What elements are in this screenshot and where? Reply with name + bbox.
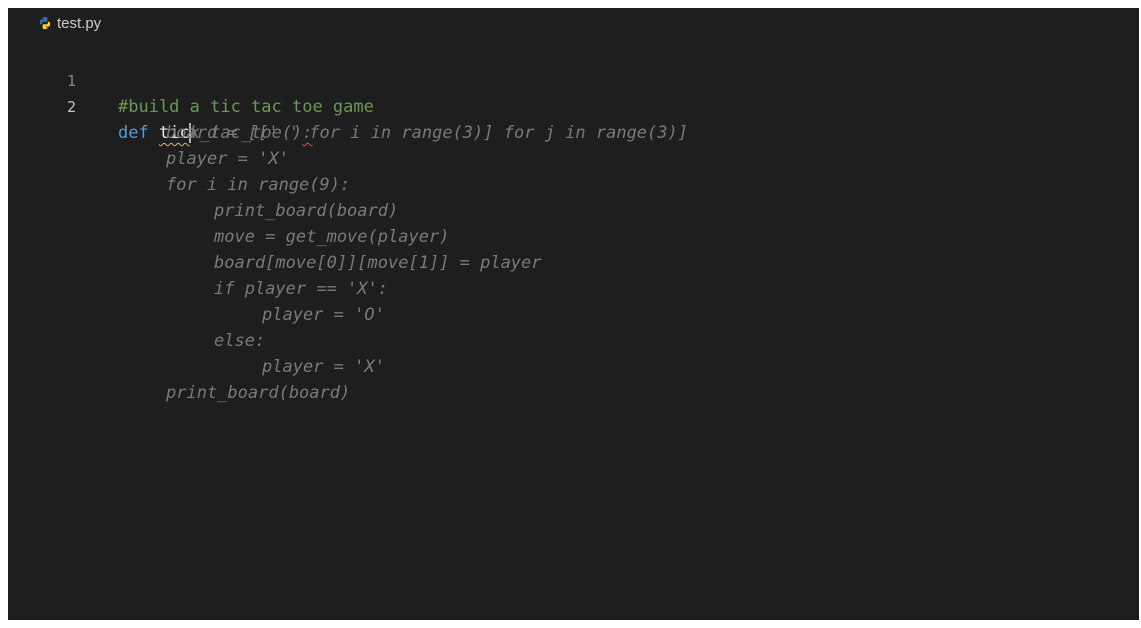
suggestion-line: print_board(board) xyxy=(8,354,1139,403)
suggestion-line: if player == 'X': xyxy=(8,250,1139,299)
python-icon xyxy=(39,16,51,30)
suggestion-line: for i in range(9): xyxy=(8,146,1139,195)
editor-tab[interactable]: test.py xyxy=(8,8,101,38)
code-line-1: 1 #build a tic tac toe game xyxy=(8,42,1139,117)
ghost-suggestion[interactable]: print_board(board) xyxy=(166,383,350,403)
suggestion-line: else: xyxy=(8,302,1139,351)
suggestion-line: move = get_move(player) xyxy=(8,198,1139,247)
suggestion-line: board[move[0]][move[1]] = player xyxy=(8,224,1139,273)
suggestion-line: player = 'X' xyxy=(8,328,1139,377)
suggestion-line: player = 'X' xyxy=(8,120,1139,169)
tab-filename: test.py xyxy=(57,14,102,32)
code-line-2: 2 def tick_tac_toe(): xyxy=(8,68,1139,143)
code-area[interactable]: 1 #build a tic tac toe game 2 def tick_t… xyxy=(8,42,1139,403)
suggestion-line: print_board(board) xyxy=(8,172,1139,221)
suggestion-line: player = 'O' xyxy=(8,276,1139,325)
suggestion-line: board = [[' ' for i in range(3)] for j i… xyxy=(8,94,1139,143)
code-editor[interactable]: test.py 1 #build a tic tac toe game 2 de… xyxy=(8,8,1139,620)
